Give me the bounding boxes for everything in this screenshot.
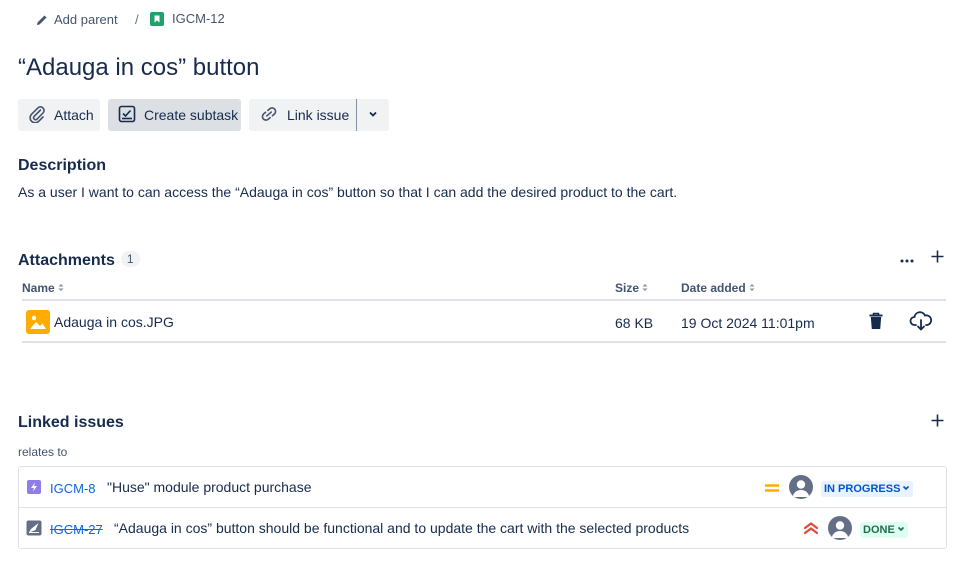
link-issue-button[interactable]: Link issue bbox=[249, 99, 357, 131]
status-dropdown[interactable]: DONE bbox=[860, 522, 908, 538]
attachment-date: 19 Oct 2024 11:01pm bbox=[681, 315, 815, 331]
attachments-heading: Attachments 1 bbox=[18, 251, 140, 270]
column-header-date-added[interactable]: Date added bbox=[681, 281, 755, 295]
linked-issue-key[interactable]: IGCM-27 bbox=[50, 522, 103, 537]
status-dropdown[interactable]: IN PROGRESS bbox=[821, 481, 914, 497]
plus-icon bbox=[931, 414, 944, 432]
chevron-down-icon bbox=[897, 522, 905, 538]
priority-highest-icon bbox=[803, 520, 819, 541]
plus-icon bbox=[931, 250, 944, 268]
linked-issue-summary[interactable]: "Huse" module product purchase bbox=[107, 479, 312, 495]
paperclip-icon bbox=[28, 105, 46, 126]
relation-label: relates to bbox=[18, 445, 68, 459]
add-parent-link[interactable]: Add parent bbox=[36, 12, 118, 27]
linked-issue-key[interactable]: IGCM-8 bbox=[50, 481, 96, 496]
add-linked-issue-button[interactable] bbox=[928, 414, 946, 432]
attachment-name: Adauga in cos.JPG bbox=[54, 314, 174, 330]
cloud-download-icon bbox=[909, 311, 933, 331]
subtask-icon bbox=[118, 105, 136, 126]
breadcrumb-issue-link[interactable]: IGCM-12 bbox=[150, 11, 225, 26]
attach-label: Attach bbox=[54, 107, 94, 123]
sort-icon bbox=[58, 281, 64, 295]
assignee-avatar[interactable] bbox=[828, 516, 852, 540]
chevron-down-icon bbox=[902, 481, 910, 497]
story-icon bbox=[150, 11, 164, 26]
priority-medium-icon bbox=[764, 480, 780, 501]
add-attachment-button[interactable] bbox=[928, 250, 946, 268]
epic-icon bbox=[27, 480, 41, 499]
column-header-size[interactable]: Size bbox=[615, 281, 648, 295]
link-icon bbox=[259, 105, 279, 126]
column-size-label: Size bbox=[615, 281, 640, 295]
linked-issue-summary[interactable]: “Adauga in cos” button should be functio… bbox=[114, 520, 689, 536]
description-text[interactable]: As a user I want to can access the “Adau… bbox=[18, 184, 677, 200]
attachment-size: 68 KB bbox=[615, 315, 654, 331]
create-subtask-label: Create subtask bbox=[144, 107, 239, 123]
breadcrumb-issue-key: IGCM-12 bbox=[172, 11, 225, 26]
trash-icon bbox=[869, 312, 883, 329]
column-header-name[interactable]: Name bbox=[22, 281, 64, 295]
create-subtask-button[interactable]: Create subtask bbox=[108, 99, 241, 131]
issue-title[interactable]: “Adauga in cos” button bbox=[18, 54, 260, 82]
more-options-button[interactable] bbox=[898, 250, 916, 268]
feature-icon bbox=[26, 520, 42, 541]
table-bottom-divider bbox=[22, 341, 946, 343]
list-item[interactable]: IGCM-8 "Huse" module product purchase IN… bbox=[19, 467, 946, 507]
description-heading: Description bbox=[18, 157, 107, 174]
attachments-count-badge: 1 bbox=[120, 251, 140, 267]
more-actions-dropdown[interactable] bbox=[357, 99, 389, 131]
sort-icon bbox=[749, 281, 755, 295]
add-parent-label: Add parent bbox=[54, 12, 118, 27]
attachments-title: Attachments bbox=[18, 252, 115, 269]
chevron-down-icon bbox=[367, 107, 379, 123]
assignee-avatar[interactable] bbox=[789, 475, 813, 499]
breadcrumb-separator: / bbox=[135, 12, 139, 27]
download-attachment-button[interactable] bbox=[909, 311, 933, 336]
ellipsis-icon bbox=[900, 250, 914, 268]
status-label: DONE bbox=[863, 524, 895, 536]
delete-attachment-button[interactable] bbox=[867, 312, 885, 335]
link-issue-label: Link issue bbox=[287, 107, 350, 123]
attach-button[interactable]: Attach bbox=[18, 99, 100, 131]
sort-icon bbox=[642, 281, 648, 295]
image-file-icon bbox=[26, 310, 50, 339]
pencil-icon bbox=[36, 14, 48, 26]
list-item[interactable]: IGCM-27 “Adauga in cos” button should be… bbox=[19, 508, 946, 548]
status-label: IN PROGRESS bbox=[824, 483, 901, 495]
column-date-label: Date added bbox=[681, 281, 746, 295]
table-row[interactable]: Adauga in cos.JPG 68 KB 19 Oct 2024 11:0… bbox=[22, 301, 946, 341]
linked-issues-heading: Linked issues bbox=[18, 414, 124, 431]
column-name-label: Name bbox=[22, 281, 55, 295]
